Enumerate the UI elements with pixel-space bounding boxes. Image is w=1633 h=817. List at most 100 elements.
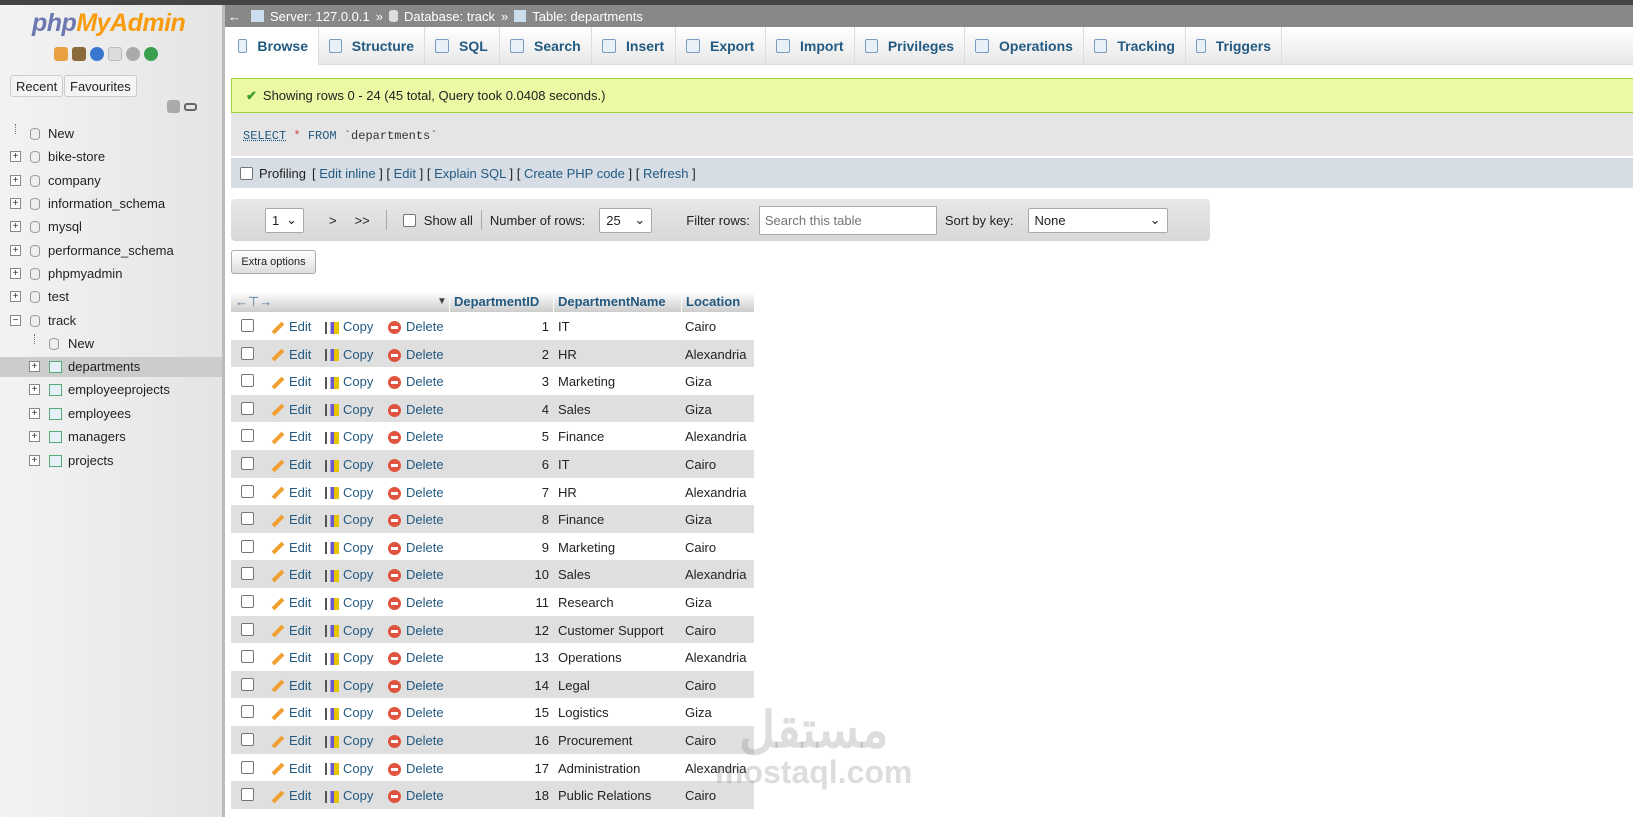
column-header-departmentid[interactable]: DepartmentID (449, 292, 539, 312)
delete-button[interactable]: Delete (388, 595, 444, 611)
copy-button[interactable]: Copy (325, 540, 373, 555)
copy-button[interactable]: Copy (325, 319, 373, 334)
next-page-button[interactable]: > (329, 213, 337, 228)
tab-operations[interactable]: Operations (965, 27, 1084, 65)
delete-button[interactable]: Delete (388, 678, 444, 693)
delete-button[interactable]: Delete (388, 485, 444, 500)
delete-button[interactable]: Delete (388, 319, 444, 335)
expand-icon[interactable]: + (10, 221, 21, 232)
expand-icon[interactable]: + (29, 431, 40, 442)
copy-button[interactable]: Copy (325, 402, 373, 417)
collapse-all-icon[interactable] (167, 100, 180, 113)
copy-button[interactable]: Copy (325, 761, 373, 776)
settings-gear-icon[interactable] (126, 47, 140, 61)
help-icon[interactable] (90, 47, 104, 61)
logout-icon[interactable] (72, 47, 86, 61)
tab-export[interactable]: Export (676, 27, 766, 65)
expand-icon[interactable]: + (10, 198, 21, 209)
number-of-rows-select[interactable]: 25 ⌄ (599, 207, 653, 233)
expand-icon[interactable]: + (29, 455, 40, 466)
refresh-link[interactable]: Refresh (643, 166, 689, 181)
recent-button[interactable]: Recent (10, 75, 64, 97)
phpmyadmin-logo[interactable]: phpMyAdmin (32, 9, 186, 38)
tree-item-employeeprojects[interactable]: + employeeprojects (0, 380, 222, 400)
delete-button[interactable]: Delete (388, 733, 444, 749)
tab-browse[interactable]: Browse (228, 27, 319, 65)
tab-structure[interactable]: Structure (319, 27, 425, 65)
row-checkbox[interactable] (241, 595, 254, 608)
copy-button[interactable]: Copy (325, 374, 373, 389)
delete-button[interactable]: Delete (388, 374, 444, 390)
delete-button[interactable]: Delete (388, 512, 444, 528)
tree-item-new[interactable]: New (0, 334, 222, 354)
tab-privileges[interactable]: Privileges (855, 27, 965, 65)
row-checkbox[interactable] (241, 788, 254, 802)
breadcrumb-table[interactable]: Table: departments (532, 9, 643, 24)
delete-button[interactable]: Delete (388, 402, 444, 417)
row-checkbox[interactable] (241, 622, 254, 636)
column-resize-arrows-icon[interactable]: ←⊤→ (231, 292, 272, 312)
copy-button[interactable]: Copy (325, 457, 373, 472)
copy-button[interactable]: Copy (325, 733, 373, 748)
profiling-checkbox[interactable] (240, 166, 253, 180)
edit-button[interactable]: Edit (271, 733, 311, 748)
edit-button[interactable]: Edit (271, 485, 311, 500)
delete-button[interactable]: Delete (388, 623, 444, 638)
copy-button[interactable]: Copy (325, 485, 373, 500)
row-checkbox[interactable] (241, 677, 254, 691)
delete-button[interactable]: Delete (388, 429, 444, 445)
edit-button[interactable]: Edit (271, 705, 311, 720)
tab-insert[interactable]: Insert (592, 27, 676, 65)
copy-button[interactable]: Copy (325, 623, 373, 638)
tab-triggers[interactable]: Triggers (1186, 27, 1282, 65)
edit-button[interactable]: Edit (271, 540, 311, 555)
row-checkbox[interactable] (241, 374, 254, 388)
delete-button[interactable]: Delete (388, 650, 444, 666)
page-select[interactable]: 1 ⌄ (265, 207, 304, 233)
breadcrumb-database[interactable]: Database: track (404, 9, 495, 24)
tree-item-departments[interactable]: + departments (0, 357, 222, 377)
row-checkbox[interactable] (241, 457, 254, 470)
breadcrumb-server[interactable]: Server: 127.0.0.1 (270, 9, 370, 24)
edit-link[interactable]: Edit (394, 166, 416, 181)
copy-button[interactable]: Copy (325, 595, 373, 610)
show-all-checkbox[interactable] (402, 213, 416, 227)
last-page-button[interactable]: >> (355, 213, 370, 228)
edit-button[interactable]: Edit (271, 761, 311, 776)
edit-button[interactable]: Edit (271, 678, 311, 693)
back-arrow-icon[interactable]: ← (228, 9, 241, 24)
delete-button[interactable]: Delete (388, 788, 444, 804)
tree-item-new[interactable]: New (0, 124, 222, 144)
copy-button[interactable]: Copy (325, 678, 373, 693)
tree-item-phpmyadmin[interactable]: + phpmyadmin (0, 264, 222, 284)
copy-button[interactable]: Copy (325, 429, 373, 444)
row-checkbox[interactable] (241, 760, 254, 774)
tab-import[interactable]: Import (766, 27, 855, 65)
expand-icon[interactable]: + (10, 268, 21, 279)
copy-button[interactable]: Copy (325, 512, 373, 527)
copy-button[interactable]: Copy (325, 347, 373, 362)
column-header-location[interactable]: Location (681, 292, 740, 312)
tree-item-test[interactable]: + test (0, 287, 222, 307)
tree-item-performance-schema[interactable]: + performance_schema (0, 241, 222, 261)
edit-inline-link[interactable]: Edit inline (319, 166, 375, 181)
copy-button[interactable]: Copy (325, 650, 373, 665)
tab-tracking[interactable]: Tracking (1084, 27, 1186, 65)
sort-by-key-select[interactable]: None ⌄ (1027, 207, 1168, 233)
delete-button[interactable]: Delete (388, 347, 444, 362)
edit-button[interactable]: Edit (271, 319, 311, 334)
edit-button[interactable]: Edit (271, 623, 311, 638)
row-checkbox[interactable] (241, 539, 254, 553)
tree-item-information-schema[interactable]: + information_schema (0, 194, 222, 214)
row-checkbox[interactable] (241, 401, 254, 415)
reload-icon[interactable] (144, 47, 158, 61)
sql-keyword-select[interactable]: SELECT (243, 129, 286, 143)
edit-button[interactable]: Edit (271, 402, 311, 417)
edit-button[interactable]: Edit (271, 347, 311, 362)
extra-options-button[interactable]: Extra options (231, 250, 316, 274)
delete-button[interactable]: Delete (388, 457, 444, 473)
tree-item-projects[interactable]: + projects (0, 451, 222, 471)
filter-rows-input[interactable] (758, 205, 937, 235)
row-checkbox[interactable] (241, 650, 254, 664)
row-checkbox[interactable] (241, 319, 254, 332)
